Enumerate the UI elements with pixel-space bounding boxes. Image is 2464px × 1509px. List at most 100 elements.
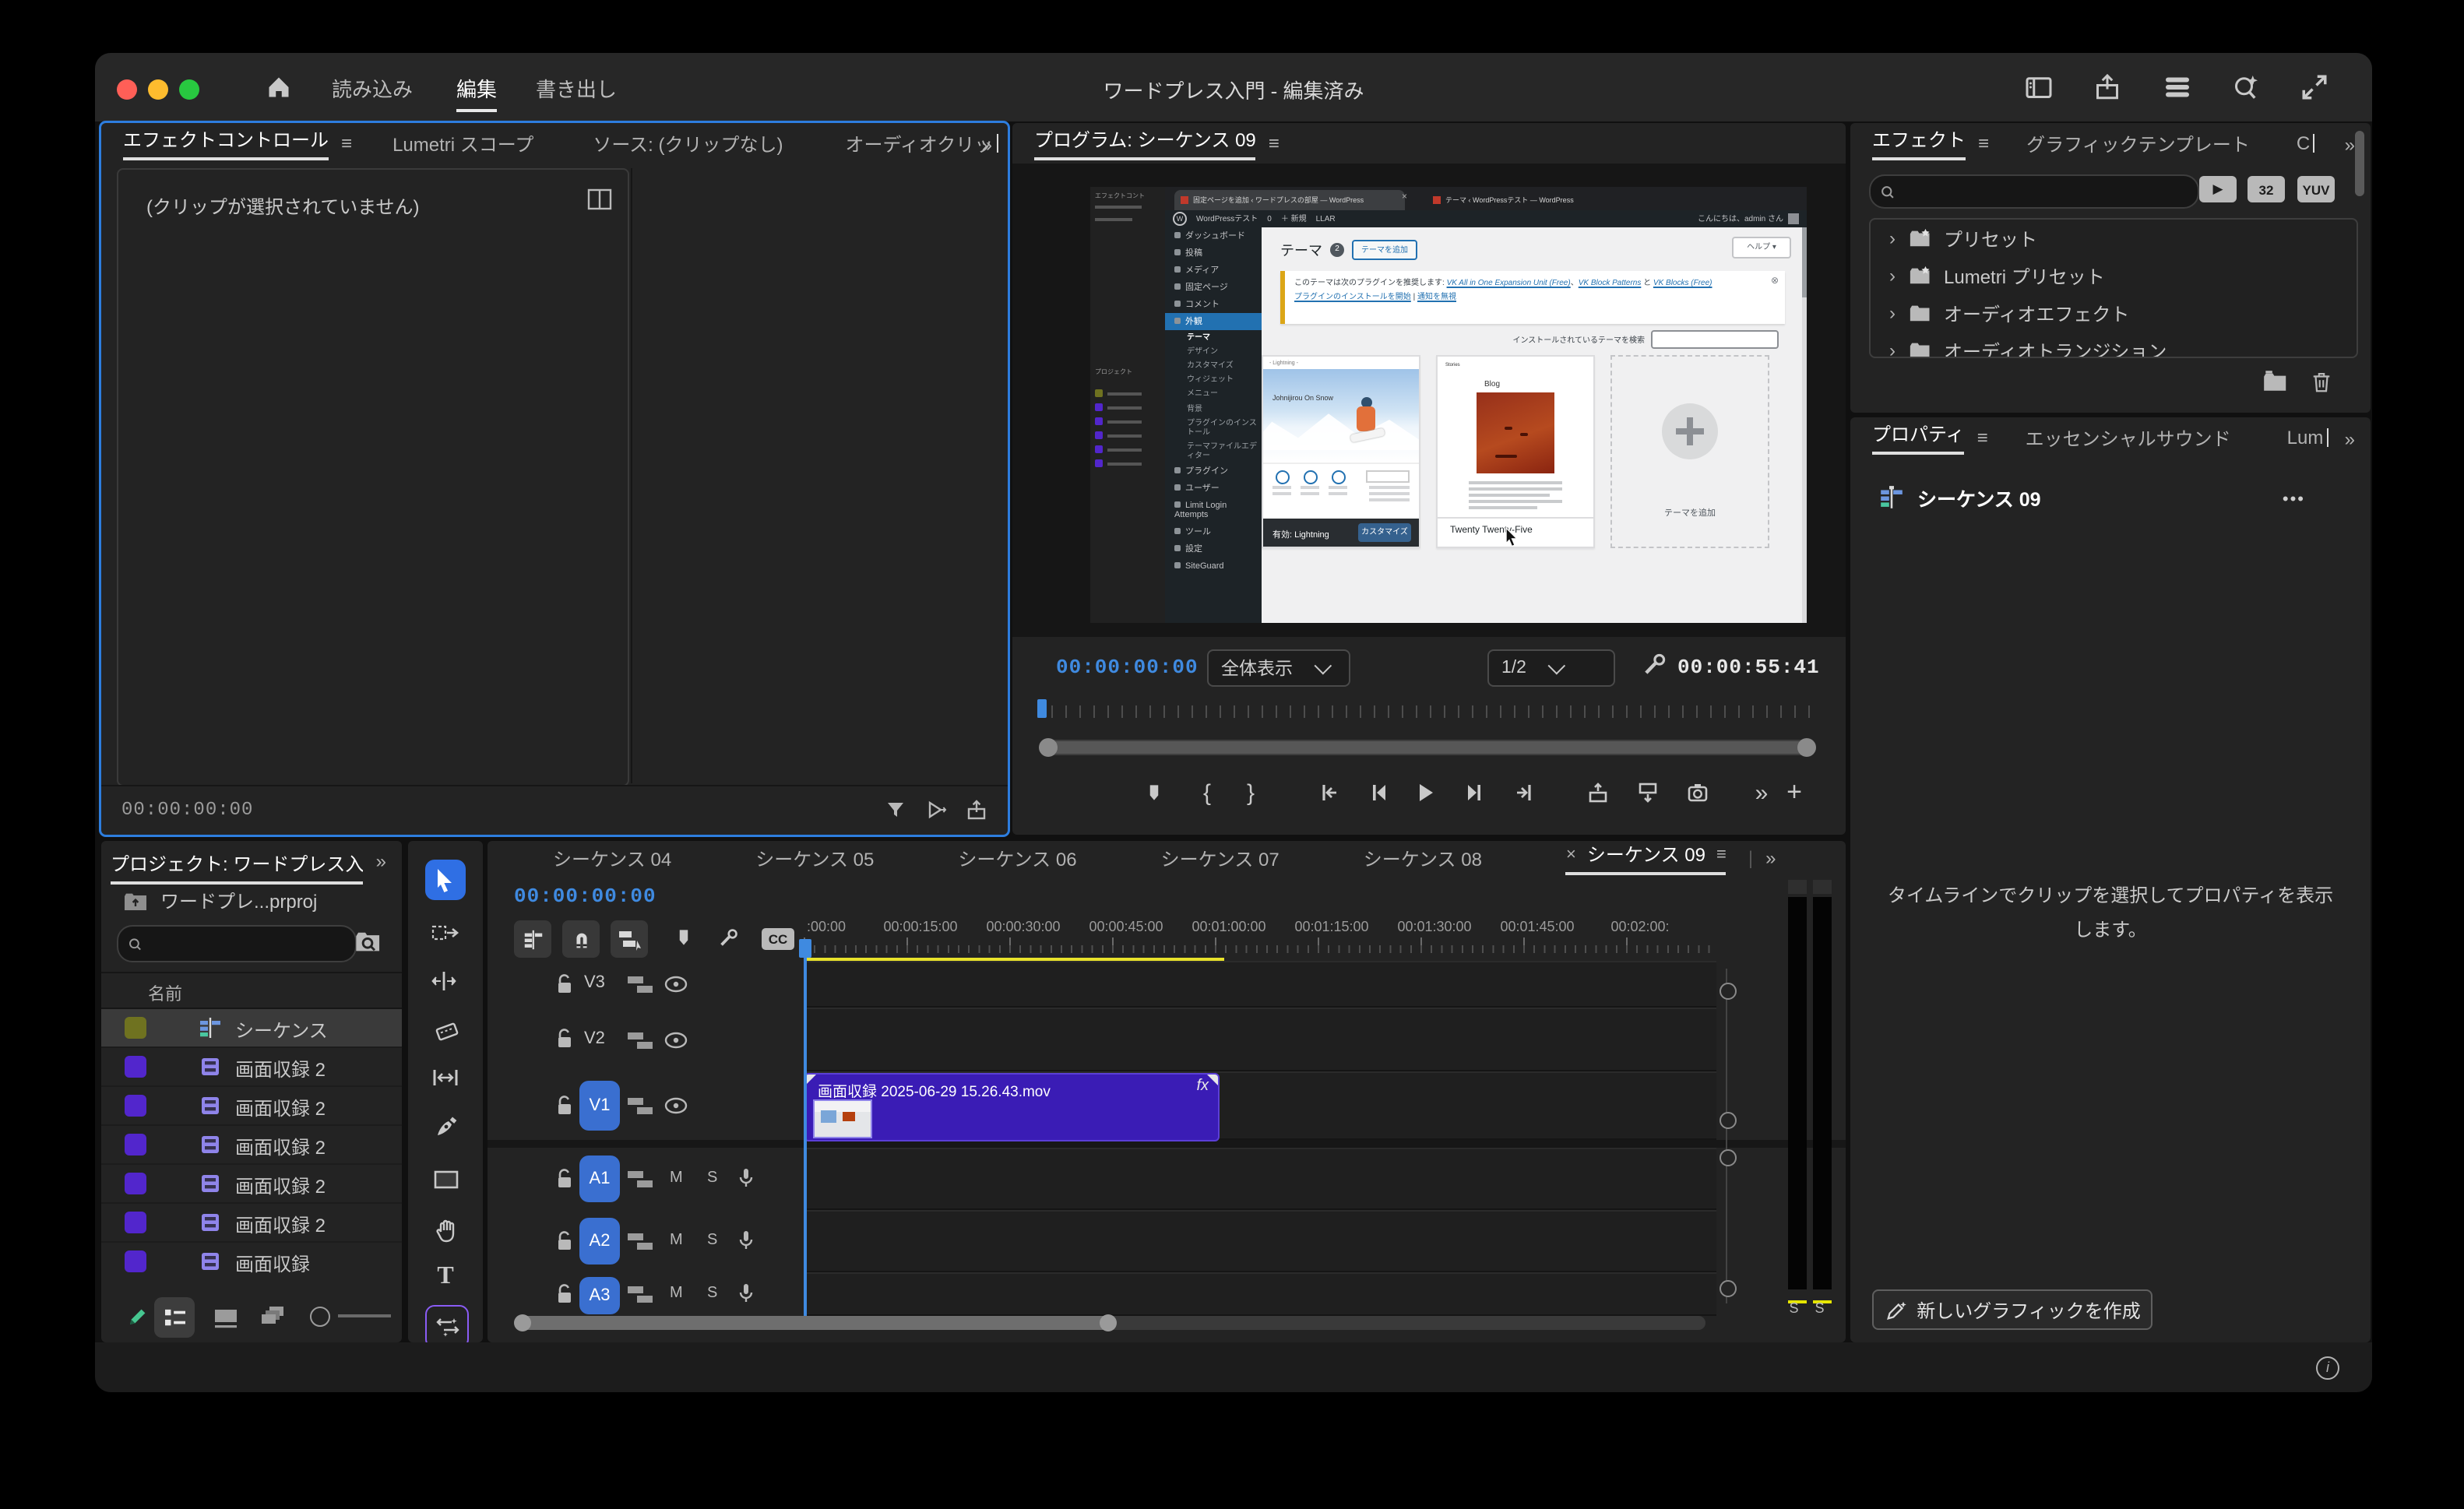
- program-mini-ruler[interactable]: [1037, 699, 1815, 721]
- add-marker-icon[interactable]: [673, 927, 698, 951]
- lock-icon[interactable]: [554, 1095, 575, 1117]
- solo-button[interactable]: S: [707, 1232, 717, 1249]
- type-tool[interactable]: T: [425, 1257, 466, 1297]
- lock-icon[interactable]: [554, 1168, 575, 1190]
- split-view-icon[interactable]: [587, 188, 612, 210]
- lift-icon[interactable]: [1579, 774, 1617, 811]
- lock-icon[interactable]: [554, 1230, 575, 1252]
- info-icon[interactable]: i: [2316, 1356, 2339, 1380]
- tab-project[interactable]: プロジェクト: ワードプレス入門: [111, 850, 363, 885]
- effects-list-item[interactable]: › オーディオトランジション: [1871, 332, 2357, 357]
- source-patch-a3[interactable]: A3: [579, 1277, 620, 1314]
- panel-menu-icon[interactable]: ≡: [1978, 132, 1989, 154]
- export-icon[interactable]: [964, 797, 989, 822]
- sequence-tab[interactable]: シーケンス 08: [1364, 845, 1482, 871]
- zoom-window-button[interactable]: [179, 79, 199, 100]
- scroll-handle[interactable]: [1720, 1280, 1737, 1297]
- lock-icon[interactable]: [554, 1028, 575, 1050]
- play-icon[interactable]: [1406, 774, 1444, 811]
- tab-effects[interactable]: エフェクト: [1872, 126, 1966, 160]
- project-search-input[interactable]: [149, 933, 346, 955]
- project-row[interactable]: 画面収録 2: [101, 1165, 402, 1204]
- snap-magnet-icon[interactable]: [562, 920, 600, 958]
- mute-button[interactable]: M: [670, 1232, 683, 1249]
- accelerated-effects-badge[interactable]: ▶: [2199, 176, 2237, 202]
- project-row[interactable]: 画面収録 2: [101, 1087, 402, 1126]
- add-marker-icon[interactable]: [1135, 774, 1173, 811]
- eye-icon[interactable]: [664, 1096, 688, 1115]
- panel-menu-icon[interactable]: ≡: [1716, 845, 1727, 864]
- fullscreen-icon[interactable]: [2299, 72, 2330, 103]
- tab-program[interactable]: プログラム: シーケンス 09: [1034, 126, 1256, 160]
- effects-list-scrollbar[interactable]: [2355, 131, 2364, 196]
- go-to-out-icon[interactable]: [1506, 774, 1544, 811]
- scroll-handle[interactable]: [1720, 1149, 1737, 1166]
- track-scroll-gutter[interactable]: [1720, 961, 1737, 1316]
- zoom-slider-handle[interactable]: [310, 1307, 330, 1327]
- solo-button[interactable]: S: [707, 1285, 717, 1302]
- filter-icon[interactable]: [883, 797, 908, 822]
- panel-menu-icon[interactable]: ≡: [341, 132, 352, 154]
- eye-icon[interactable]: [664, 975, 688, 994]
- play-only-icon[interactable]: [924, 797, 949, 822]
- settings-wrench-icon[interactable]: [1640, 651, 1668, 679]
- tab-export[interactable]: 書き出し: [536, 73, 617, 103]
- zoom-handle-left[interactable]: [514, 1314, 531, 1331]
- find-bin-icon[interactable]: [354, 928, 382, 955]
- zoom-slider-track[interactable]: [338, 1314, 391, 1317]
- quick-export-panel-icon[interactable]: [2023, 72, 2054, 103]
- tab-properties[interactable]: プロパティ: [1872, 420, 1965, 455]
- create-graphic-button[interactable]: 新しいグラフィックを作成: [1872, 1289, 2152, 1330]
- writable-pencil-icon[interactable]: [123, 1303, 148, 1328]
- tab-audio-clip-mixer[interactable]: オーディオクリッ: [845, 130, 993, 157]
- program-zoom-scrollbar[interactable]: [1039, 738, 1816, 757]
- track-a2-content[interactable]: [804, 1210, 1716, 1272]
- tab-lumetri-truncated[interactable]: Lum: [2287, 427, 2324, 448]
- insert-as-nested-icon[interactable]: [514, 920, 551, 958]
- track-v2-content[interactable]: [804, 1008, 1716, 1071]
- track-target-icon[interactable]: [626, 1096, 654, 1117]
- selection-tool[interactable]: [425, 860, 466, 900]
- 32bit-effects-badge[interactable]: 32: [2248, 176, 2285, 202]
- project-row[interactable]: 画面収録: [101, 1243, 402, 1280]
- panel-menu-icon[interactable]: ≡: [1977, 427, 1988, 448]
- panel-menu-icon[interactable]: ≡: [1269, 132, 1280, 154]
- mark-in-icon[interactable]: {: [1188, 774, 1226, 811]
- source-patch-v1[interactable]: V1: [579, 1081, 620, 1131]
- playback-resolution-dropdown[interactable]: 1/2: [1487, 649, 1615, 687]
- tab-effect-controls[interactable]: エフェクトコントロール: [123, 126, 329, 160]
- icon-view-button[interactable]: [213, 1308, 238, 1328]
- panel-overflow-icon[interactable]: »: [2345, 134, 2355, 156]
- tab-graphic-templates[interactable]: グラフィックテンプレート: [2026, 130, 2250, 157]
- lock-icon[interactable]: [554, 973, 575, 995]
- share-icon[interactable]: [2092, 72, 2123, 103]
- scroll-handle[interactable]: [1720, 1112, 1737, 1129]
- panel-overflow-icon[interactable]: »: [376, 850, 386, 872]
- freeform-view-button[interactable]: [260, 1305, 288, 1328]
- fit-dropdown[interactable]: 全体表示: [1207, 649, 1350, 687]
- track-a1-content[interactable]: [804, 1148, 1716, 1210]
- pen-tool[interactable]: [425, 1107, 466, 1148]
- chevron-right-icon[interactable]: ›: [1889, 302, 1896, 324]
- captions-cc-icon[interactable]: CC: [762, 928, 794, 950]
- list-view-button[interactable]: [154, 1297, 195, 1338]
- close-window-button[interactable]: [117, 79, 137, 100]
- home-icon[interactable]: [263, 72, 294, 103]
- tab-edit[interactable]: 編集: [456, 73, 498, 112]
- tab-import[interactable]: 読み込み: [332, 73, 413, 103]
- chevron-right-icon[interactable]: ›: [1889, 339, 1896, 357]
- column-header-name[interactable]: 名前: [148, 981, 182, 1006]
- chevron-right-icon[interactable]: ›: [1889, 265, 1896, 287]
- scroll-handle[interactable]: [1720, 983, 1737, 1000]
- step-back-icon[interactable]: [1360, 774, 1397, 811]
- timeline-ruler[interactable]: :00:00 00:00:15:00 00:00:30:00 00:00:45:00 0…: [804, 919, 1716, 962]
- add-button-icon[interactable]: +: [1776, 774, 1813, 811]
- panel-overflow-icon[interactable]: »: [982, 134, 992, 156]
- mic-icon[interactable]: [735, 1282, 757, 1305]
- timeline-horizontal-scrollbar[interactable]: [514, 1314, 1705, 1331]
- panel-overflow-icon[interactable]: »: [2345, 428, 2355, 450]
- yuv-effects-badge[interactable]: YUV: [2297, 176, 2335, 202]
- ripple-edit-tool[interactable]: [425, 961, 466, 1001]
- razor-tool[interactable]: [425, 1011, 466, 1051]
- effects-list-item[interactable]: › プリセット: [1871, 220, 2357, 257]
